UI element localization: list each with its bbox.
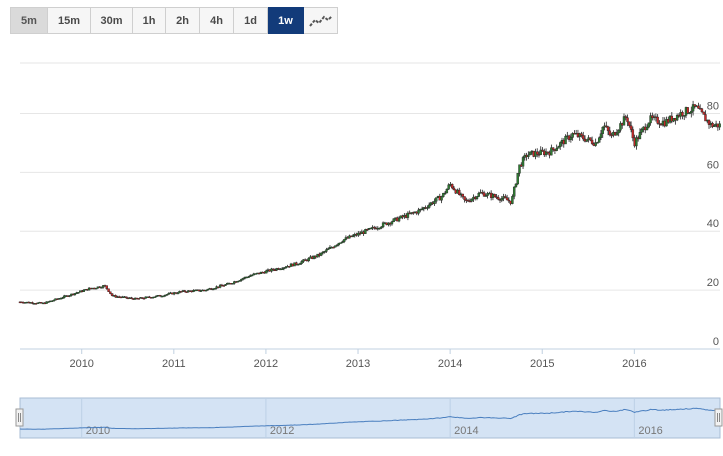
navigator-label: 2010 xyxy=(86,425,110,437)
x-axis: 2010 2011 2012 2013 2014 2015 2016 xyxy=(69,349,647,370)
candle-body xyxy=(470,198,473,202)
candle-body xyxy=(628,121,631,126)
price-chart: 0 20 40 60 80 2010 2011 2012 2013 2014 2015 2016 2… xyxy=(15,62,723,439)
candle-body xyxy=(463,196,466,201)
navigator-label: 2012 xyxy=(270,425,294,437)
candle-body xyxy=(300,261,303,264)
candle-body xyxy=(557,146,560,149)
candle-body xyxy=(265,270,268,274)
candle-body xyxy=(109,291,112,294)
candle-body xyxy=(390,221,394,225)
candle-body xyxy=(640,129,643,133)
candle-body xyxy=(626,117,629,123)
candle-body xyxy=(599,133,603,138)
candle-body xyxy=(307,257,310,262)
candle-body xyxy=(392,218,395,222)
candle-body xyxy=(477,193,480,197)
candle-body xyxy=(713,125,716,127)
candle-body xyxy=(445,188,449,194)
candle-body xyxy=(521,157,525,167)
candle-body xyxy=(606,126,610,132)
candle-body xyxy=(656,116,659,124)
y-gridlines xyxy=(20,112,720,291)
candle-body xyxy=(417,209,420,214)
candle-body xyxy=(551,147,555,150)
navigator-range[interactable] xyxy=(19,397,721,439)
candle-body xyxy=(461,193,465,197)
candle-body xyxy=(700,108,704,113)
x-tick-label: 2016 xyxy=(622,358,646,370)
candle-body xyxy=(450,183,454,189)
candle-body xyxy=(433,200,436,205)
candle-body xyxy=(686,107,689,114)
candle-body xyxy=(598,137,601,143)
candle-body xyxy=(447,184,450,190)
candle-body xyxy=(440,196,443,201)
candle-body xyxy=(702,111,705,115)
navigator-left-handle[interactable] xyxy=(15,408,24,427)
x-tick-label: 2014 xyxy=(438,358,462,370)
candle-body xyxy=(617,129,620,134)
y-tick-label: 0 xyxy=(713,336,719,348)
candle-body xyxy=(500,198,503,201)
x-tick-label: 2015 xyxy=(530,358,554,370)
candle-body xyxy=(718,123,721,128)
candle-body xyxy=(601,126,604,134)
candle-body xyxy=(697,105,700,109)
candle-body xyxy=(631,129,635,139)
candle-body xyxy=(536,151,539,155)
y-tick-label: 80 xyxy=(707,100,719,112)
candle-body xyxy=(589,137,592,141)
y-tick-label: 20 xyxy=(707,277,719,289)
candle-body xyxy=(475,196,479,200)
candle-body xyxy=(105,285,108,289)
candle-body xyxy=(493,194,496,197)
candle-body xyxy=(582,135,585,140)
candle-body xyxy=(511,196,514,204)
candle-body xyxy=(569,137,573,140)
candle-body xyxy=(342,239,346,242)
candle-body xyxy=(580,133,583,136)
y-axis-labels: 0 20 40 60 80 xyxy=(707,100,719,348)
candle-body xyxy=(559,142,562,147)
navigator[interactable]: 2010 2012 2014 2016 xyxy=(15,397,723,439)
candle-body xyxy=(585,139,589,142)
candle-body xyxy=(514,183,518,188)
x-tick-label: 2010 xyxy=(69,358,93,370)
candle-body xyxy=(512,186,516,197)
candle-body xyxy=(647,122,650,128)
candle-body xyxy=(107,288,110,292)
candle-body xyxy=(516,173,519,185)
candle-body xyxy=(590,139,594,144)
candle-body xyxy=(645,126,649,131)
x-tick-label: 2012 xyxy=(254,358,278,370)
candle-body xyxy=(497,197,500,200)
x-tick-label: 2011 xyxy=(162,358,186,370)
candle-body xyxy=(505,197,509,201)
navigator-label: 2016 xyxy=(638,425,662,437)
candle-body xyxy=(319,252,323,256)
y-tick-label: 40 xyxy=(707,218,719,230)
candle-body xyxy=(690,110,693,114)
candle-body xyxy=(564,136,567,145)
candle-body xyxy=(608,130,612,136)
candle-body xyxy=(638,132,642,140)
navigator-label: 2014 xyxy=(454,425,478,437)
candle-body xyxy=(397,217,401,222)
candle-body xyxy=(555,148,558,151)
candlestick-series xyxy=(18,100,721,305)
x-tick-label: 2013 xyxy=(346,358,370,370)
candle-body xyxy=(435,197,438,202)
candle-body xyxy=(452,187,456,191)
candle-body xyxy=(629,125,633,130)
candle-body xyxy=(427,204,431,208)
y-tick-label: 60 xyxy=(707,159,719,171)
candle-body xyxy=(528,151,532,156)
navigator-right-handle[interactable] xyxy=(714,408,723,427)
candle-body xyxy=(527,154,530,158)
candle-body xyxy=(615,132,619,136)
